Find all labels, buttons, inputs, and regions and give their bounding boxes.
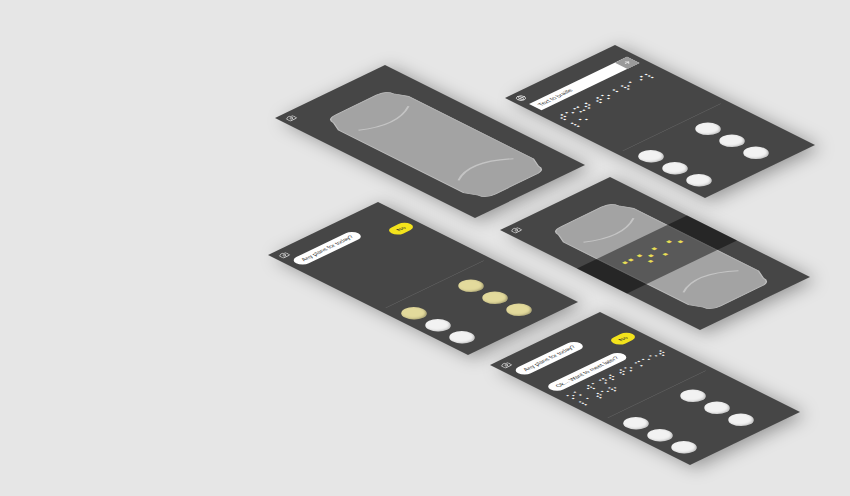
braille-key[interactable] [420, 316, 456, 334]
braille-key[interactable] [675, 387, 711, 405]
braille-key[interactable] [633, 147, 669, 165]
camera-icon[interactable] [283, 114, 299, 122]
braille-key[interactable] [642, 426, 678, 444]
sent-message: No [385, 221, 416, 236]
braille-key[interactable] [681, 171, 717, 189]
phone-screen: Any plans for today?NoOk... Want to meet… [490, 312, 800, 465]
message-list: Any plans for today? No [290, 213, 417, 274]
braille-keypad [618, 376, 782, 456]
braille-key[interactable] [666, 438, 702, 456]
braille-key[interactable] [444, 328, 480, 346]
braille-key[interactable] [699, 399, 735, 417]
braille-key[interactable] [396, 304, 432, 322]
braille-key[interactable] [453, 277, 489, 295]
camera-icon[interactable] [498, 361, 514, 369]
arrow-icon [621, 60, 633, 66]
braille-keypad [396, 266, 560, 346]
braille-key[interactable] [477, 289, 513, 307]
braille-key[interactable] [714, 132, 750, 150]
braille-key[interactable] [657, 159, 693, 177]
braille-key[interactable] [738, 144, 774, 162]
braille-keypad [633, 109, 797, 189]
translate-button[interactable] [615, 57, 639, 69]
braille-output: ⠞⠑⠭⠞ ⠞⠕ ⠃⠗⠁⠊⠇⠇⠑ [553, 69, 679, 130]
camera-icon[interactable] [276, 251, 292, 259]
sent-message: No [607, 331, 638, 346]
braille-key[interactable] [618, 414, 654, 432]
braille-key[interactable] [690, 120, 726, 138]
received-message: Any plans for today? [290, 230, 364, 266]
braille-key[interactable] [723, 411, 759, 429]
mockup-canvas: Text to braille⠞⠑⠭⠞ ⠞⠕ ⠃⠗⠁⠊⠇⠇⠑Any plans … [0, 0, 850, 496]
camera-icon[interactable] [508, 226, 524, 234]
globe-icon[interactable] [513, 94, 529, 102]
braille-key[interactable] [501, 301, 537, 319]
chat-view: Any plans for today?NoOk... Want to meet… [502, 318, 800, 465]
